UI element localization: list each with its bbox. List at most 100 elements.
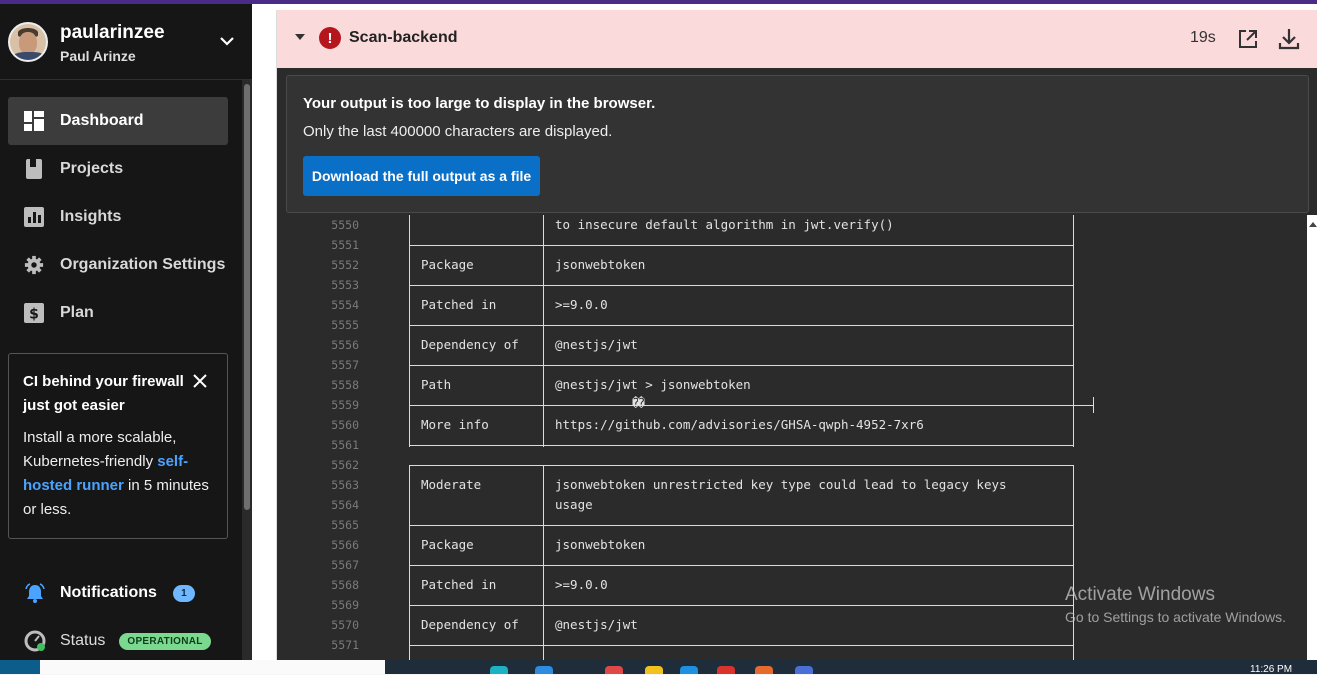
table-border [409, 285, 1074, 286]
log-line: 5560 More info https://github.com/advisori… [277, 415, 1307, 435]
promo-title: CI behind your firewall just got easier [23, 373, 184, 414]
bell-icon [24, 582, 46, 604]
table-border [543, 215, 544, 447]
table-border [1073, 465, 1074, 660]
error-icon: ! [319, 27, 341, 49]
log-line: 5554 Patched in >=9.0.0 [277, 295, 1307, 315]
table-border [409, 525, 1074, 526]
runner-promo-card: CI behind your firewall just got easier … [8, 353, 228, 539]
log-cell-value: jsonwebtoken [555, 537, 646, 552]
sidebar-item-plan[interactable]: $ Plan [8, 289, 228, 337]
table-border [409, 645, 1074, 646]
sidebar-item-label: Organization Settings [60, 256, 226, 273]
taskbar-app-icon[interactable] [717, 666, 735, 674]
log-cell-key: Moderate [421, 477, 482, 492]
log-cell-value: >=9.0.0 [555, 297, 608, 312]
line-number: 5553 [331, 278, 359, 292]
job-header[interactable]: ! Scan-backend 19s [277, 10, 1317, 68]
line-number: 5559 [331, 398, 359, 412]
job-output-panel: ! Scan-backend 19s Your output is too la… [276, 10, 1317, 660]
line-number: 5555 [331, 318, 359, 332]
sidebar-scroll-thumb[interactable] [244, 84, 250, 510]
line-number: 5569 [331, 598, 359, 612]
gear-icon [24, 255, 44, 275]
log-cell-key: More info [421, 417, 489, 432]
sidebar-item-label: Dashboard [60, 112, 144, 129]
output-too-large-warning: Your output is too large to display in t… [286, 75, 1309, 213]
log-cell-value: usage [555, 497, 593, 512]
notifications-label: Notifications [60, 584, 157, 601]
line-number: 5562 [331, 458, 359, 472]
chevron-down-icon[interactable] [218, 34, 236, 48]
status-item[interactable]: Status OPERATIONAL [24, 630, 211, 652]
line-number: 5550 [331, 218, 359, 232]
table-border [409, 325, 1074, 326]
status-gauge-icon [24, 630, 46, 652]
sidebar-item-label: Projects [60, 160, 124, 177]
log-line: 5552 Package jsonwebtoken [277, 255, 1307, 275]
collapse-caret-icon[interactable] [295, 34, 305, 40]
open-external-icon[interactable] [1237, 28, 1259, 50]
taskbar-app-icon[interactable] [605, 666, 623, 674]
job-duration: 19s [1190, 29, 1216, 46]
sidebar-item-projects[interactable]: Projects [8, 145, 228, 193]
log-cell-key: Patched in [421, 577, 497, 592]
taskbar-app-icon[interactable] [490, 666, 508, 674]
taskbar-app-icon[interactable] [755, 666, 773, 674]
log-cell-key: Dependency of [421, 617, 519, 632]
notification-count-badge: 1 [172, 584, 195, 602]
log-scrollbar[interactable] [1307, 215, 1317, 660]
sidebar-item-dashboard[interactable]: Dashboard [8, 97, 228, 145]
log-cell-value: jsonwebtoken [555, 257, 646, 272]
svg-text:$: $ [29, 307, 39, 323]
sidebar-nav: Dashboard Projects Insights Organization… [8, 97, 228, 337]
log-cell-value: @nestjs/jwt [555, 337, 638, 352]
log-cell-value: @nestjs/jwt [555, 617, 638, 632]
log-line: 5566 Package jsonwebtoken [277, 535, 1307, 555]
user-menu[interactable]: paularinzee Paul Arinze [0, 4, 252, 80]
dollar-icon: $ [24, 303, 44, 323]
taskbar-clock: 11:26 PM [1250, 664, 1293, 675]
taskbar-search[interactable] [40, 660, 385, 674]
table-border [543, 405, 1093, 406]
taskbar-app-icon[interactable] [795, 666, 813, 674]
taskbar-app-icon[interactable] [535, 666, 553, 674]
line-number: 5558 [331, 378, 359, 392]
line-number: 5564 [331, 498, 359, 512]
line-number: 5571 [331, 638, 359, 652]
taskbar-app-icon[interactable] [680, 666, 698, 674]
projects-icon [24, 159, 44, 179]
download-full-output-button[interactable]: Download the full output as a file [303, 156, 540, 196]
table-border [409, 465, 410, 660]
sidebar-item-insights[interactable]: Insights [8, 193, 228, 241]
activate-windows-hint: Go to Settings to activate Windows. [1065, 609, 1286, 625]
notifications-item[interactable]: Notifications 1 [24, 582, 195, 604]
log-cell-value: >=9.0.0 [555, 577, 608, 592]
job-title: Scan-backend [349, 29, 458, 46]
promo-body-text: Install a more scalable, Kubernetes-frie… [23, 429, 177, 470]
table-border [1073, 215, 1074, 447]
line-number: 5570 [331, 618, 359, 632]
log-cell-key: Patched in [421, 297, 497, 312]
log-cell-value: @nestjs/jwt > jsonwebtoken [555, 377, 751, 392]
table-border [409, 465, 1074, 466]
log-cell-key: Package [421, 537, 474, 552]
start-button[interactable] [0, 660, 40, 674]
line-number: 5565 [331, 518, 359, 532]
log-cell-value: jsonwebtoken unrestricted key type could… [555, 477, 1007, 492]
taskbar-app-icon[interactable] [645, 666, 663, 674]
line-number: 5552 [331, 258, 359, 272]
taskbar: 11:26 PM [0, 660, 1317, 675]
avatar [8, 22, 48, 62]
table-border [409, 605, 1074, 606]
sidebar-item-organization-settings[interactable]: Organization Settings [8, 241, 228, 289]
table-border [409, 565, 1074, 566]
line-number: 5566 [331, 538, 359, 552]
activate-windows-watermark: Activate Windows [1065, 584, 1215, 605]
download-icon[interactable] [1277, 27, 1301, 51]
log-line: 5558 Path @nestjs/jwt > jsonwebtoken [277, 375, 1307, 395]
warning-subtitle: Only the last 400000 characters are disp… [303, 123, 613, 140]
log-line: 5550 to insecure default algorithm in jwt… [277, 215, 1307, 235]
scroll-up-arrow-icon[interactable] [1309, 222, 1317, 227]
close-icon[interactable] [193, 374, 207, 388]
